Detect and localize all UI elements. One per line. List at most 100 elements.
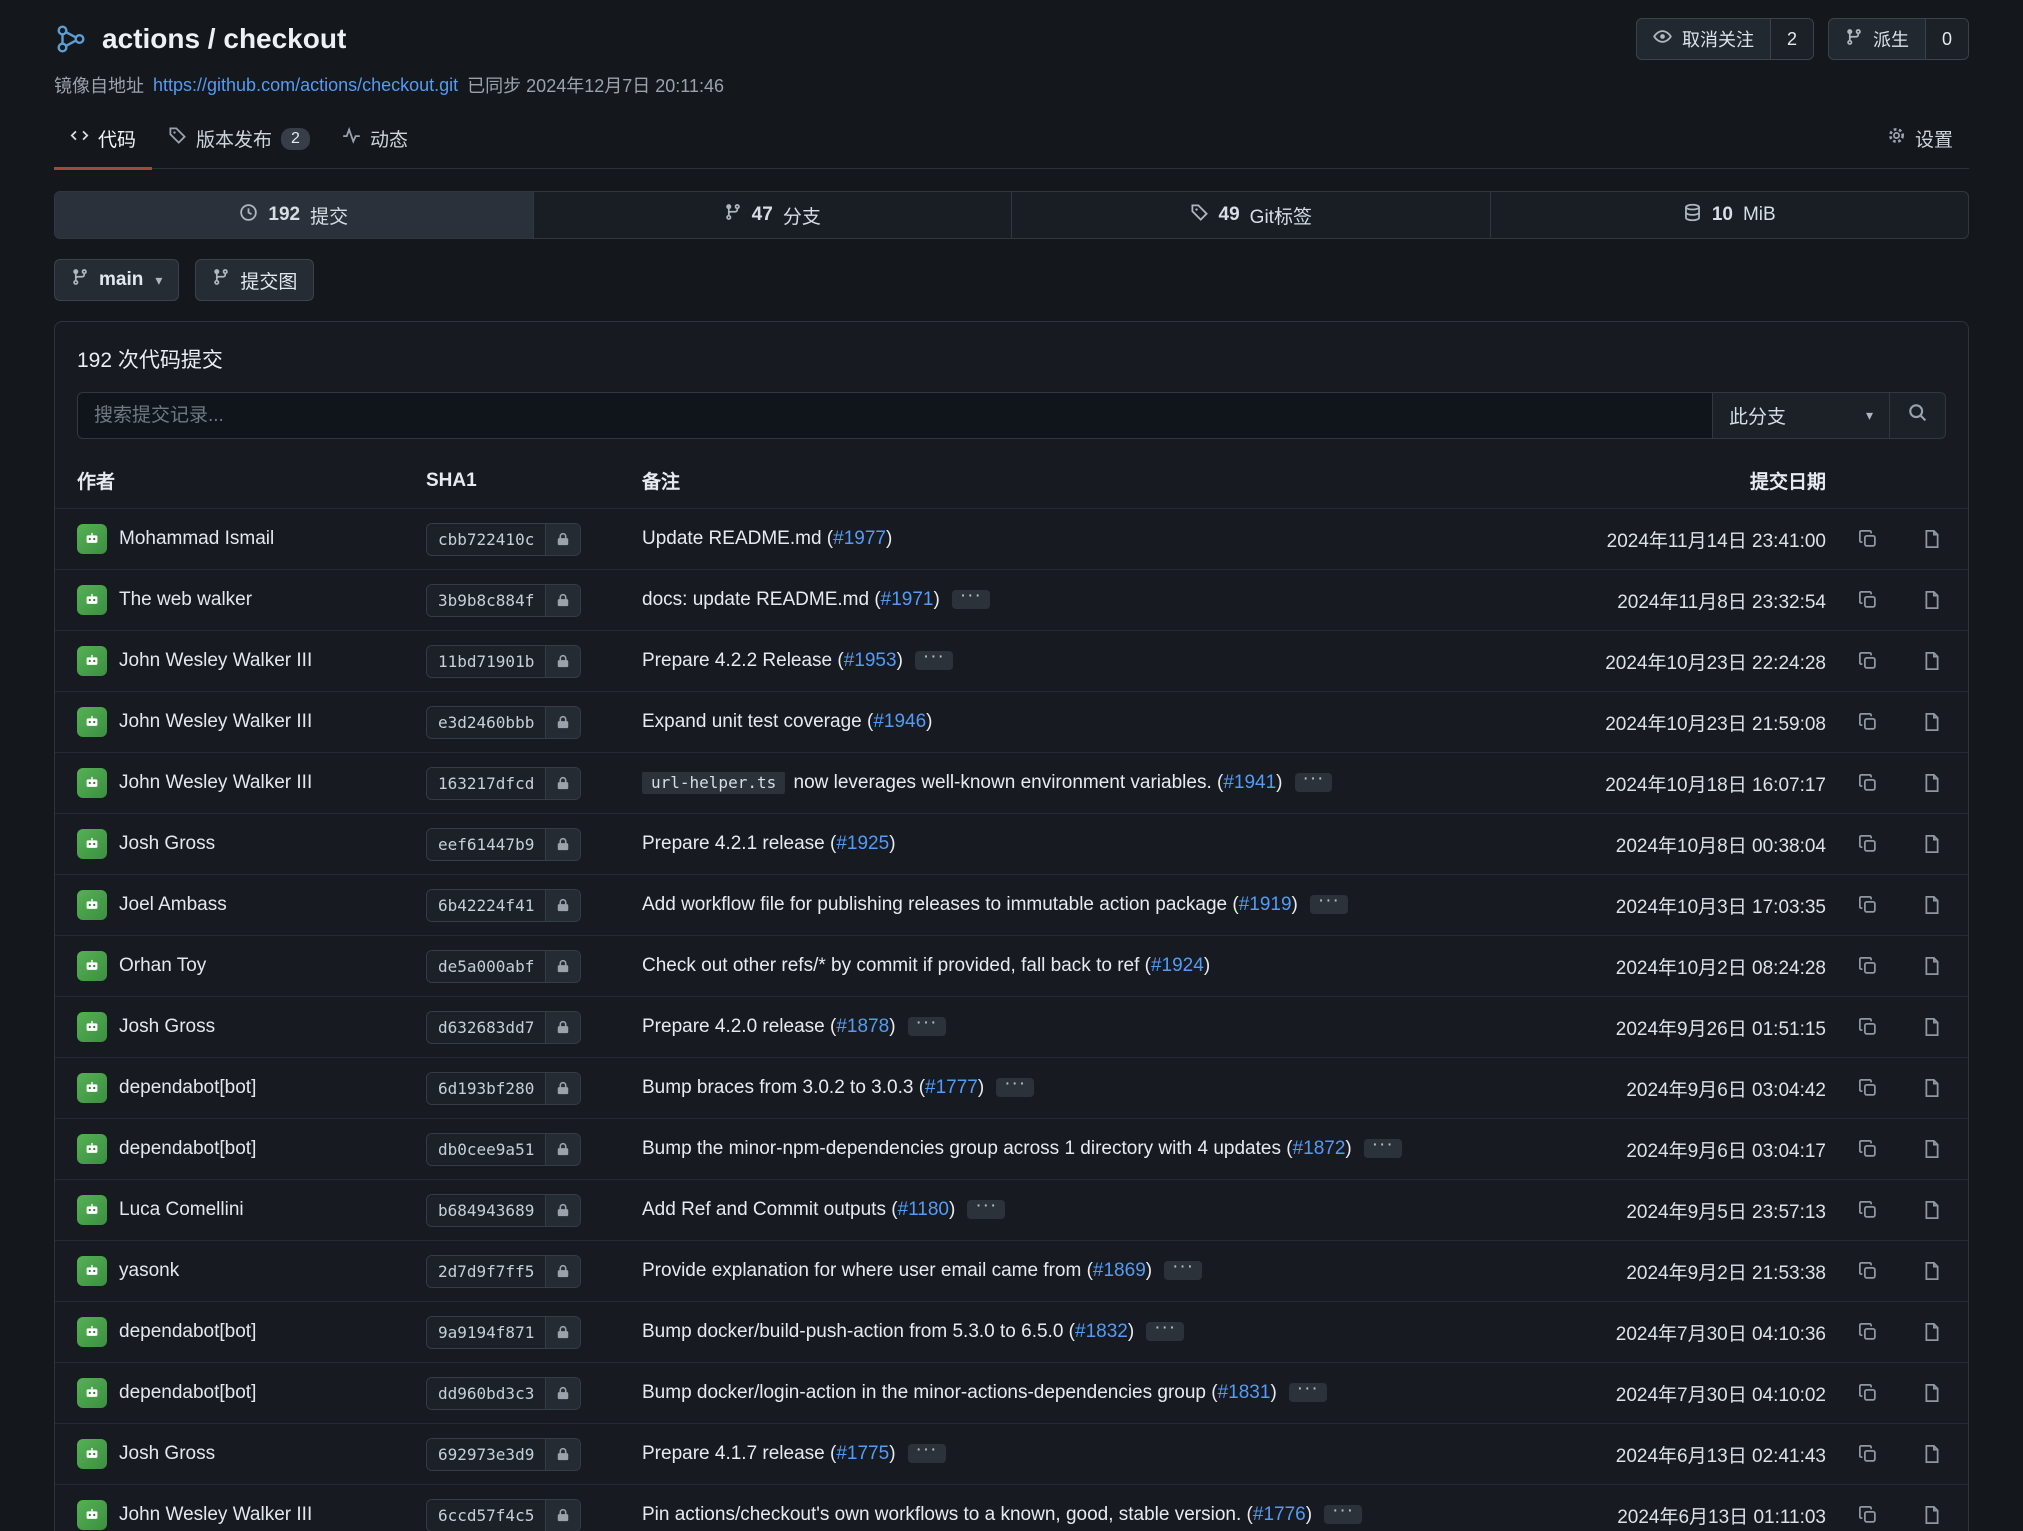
search-button[interactable]: [1890, 392, 1946, 439]
commit-sha-badge[interactable]: d632683dd7: [426, 1011, 581, 1044]
browse-source-icon[interactable]: [1922, 1505, 1942, 1525]
expand-commit-message-button[interactable]: ···: [908, 1017, 946, 1036]
tab-code[interactable]: 代码: [54, 112, 152, 170]
pr-link[interactable]: #1832: [1075, 1321, 1128, 1342]
commit-author[interactable]: Josh Gross: [77, 1439, 426, 1469]
copy-sha-icon[interactable]: [1858, 1505, 1878, 1525]
commit-author[interactable]: John Wesley Walker III: [77, 707, 426, 737]
stat-tags[interactable]: 49 Git标签: [1011, 192, 1490, 238]
pr-link[interactable]: #1925: [836, 833, 889, 854]
pr-link[interactable]: #1971: [881, 589, 934, 610]
commit-author[interactable]: The web walker: [77, 585, 426, 615]
pr-link[interactable]: #1776: [1253, 1504, 1306, 1525]
commit-sha-badge[interactable]: 3b9b8c884f: [426, 584, 581, 617]
expand-commit-message-button[interactable]: ···: [908, 1444, 946, 1463]
copy-sha-icon[interactable]: [1858, 956, 1878, 976]
browse-source-icon[interactable]: [1922, 529, 1942, 549]
copy-sha-icon[interactable]: [1858, 1200, 1878, 1220]
fork-count[interactable]: 0: [1925, 19, 1968, 59]
commit-author[interactable]: Orhan Toy: [77, 951, 426, 981]
expand-commit-message-button[interactable]: ···: [952, 590, 990, 609]
commit-sha-badge[interactable]: dd960bd3c3: [426, 1377, 581, 1410]
commit-author[interactable]: Luca Comellini: [77, 1195, 426, 1225]
expand-commit-message-button[interactable]: ···: [996, 1078, 1034, 1097]
commit-graph-button[interactable]: 提交图: [195, 259, 314, 301]
commit-sha-badge[interactable]: db0cee9a51: [426, 1133, 581, 1166]
commit-sha-badge[interactable]: 163217dfcd: [426, 767, 581, 800]
browse-source-icon[interactable]: [1922, 834, 1942, 854]
commit-sha-badge[interactable]: 6b42224f41: [426, 889, 581, 922]
commit-author[interactable]: Josh Gross: [77, 829, 426, 859]
browse-source-icon[interactable]: [1922, 1261, 1942, 1281]
branch-selector[interactable]: main ▾: [54, 259, 179, 301]
stat-size[interactable]: 10 MiB: [1490, 192, 1969, 238]
tab-activity[interactable]: 动态: [326, 112, 424, 170]
copy-sha-icon[interactable]: [1858, 1444, 1878, 1464]
commit-author[interactable]: yasonk: [77, 1256, 426, 1286]
pr-link[interactable]: #1953: [844, 650, 897, 671]
commit-sha-badge[interactable]: 6ccd57f4c5: [426, 1499, 581, 1531]
commit-author[interactable]: John Wesley Walker III: [77, 646, 426, 676]
pr-link[interactable]: #1946: [873, 711, 926, 732]
pr-link[interactable]: #1775: [836, 1443, 889, 1464]
commit-author[interactable]: dependabot[bot]: [77, 1073, 426, 1103]
copy-sha-icon[interactable]: [1858, 529, 1878, 549]
commit-sha-badge[interactable]: b684943689: [426, 1194, 581, 1227]
browse-source-icon[interactable]: [1922, 712, 1942, 732]
expand-commit-message-button[interactable]: ···: [1310, 895, 1348, 914]
browse-source-icon[interactable]: [1922, 956, 1942, 976]
commit-author[interactable]: dependabot[bot]: [77, 1134, 426, 1164]
pr-link[interactable]: #1977: [833, 528, 886, 549]
commit-sha-badge[interactable]: 9a9194f871: [426, 1316, 581, 1349]
expand-commit-message-button[interactable]: ···: [1324, 1505, 1362, 1524]
commit-author[interactable]: John Wesley Walker III: [77, 768, 426, 798]
pr-link[interactable]: #1872: [1293, 1138, 1346, 1159]
copy-sha-icon[interactable]: [1858, 895, 1878, 915]
pr-link[interactable]: #1831: [1218, 1382, 1271, 1403]
commit-sha-badge[interactable]: 692973e3d9: [426, 1438, 581, 1471]
tab-releases[interactable]: 版本发布 2: [152, 112, 326, 170]
browse-source-icon[interactable]: [1922, 1139, 1942, 1159]
browse-source-icon[interactable]: [1922, 895, 1942, 915]
commit-search-input[interactable]: [77, 392, 1712, 439]
watch-count[interactable]: 2: [1770, 19, 1813, 59]
mirror-url-link[interactable]: https://github.com/actions/checkout.git: [153, 75, 458, 96]
unwatch-button[interactable]: 取消关注: [1637, 19, 1770, 59]
commit-author[interactable]: Josh Gross: [77, 1012, 426, 1042]
commit-sha-badge[interactable]: 11bd71901b: [426, 645, 581, 678]
expand-commit-message-button[interactable]: ···: [1164, 1261, 1202, 1280]
copy-sha-icon[interactable]: [1858, 712, 1878, 732]
pr-link[interactable]: #1941: [1223, 772, 1276, 793]
commit-author[interactable]: John Wesley Walker III: [77, 1500, 426, 1530]
commit-sha-badge[interactable]: eef61447b9: [426, 828, 581, 861]
browse-source-icon[interactable]: [1922, 1322, 1942, 1342]
repo-title[interactable]: actions / checkout: [102, 23, 346, 55]
browse-source-icon[interactable]: [1922, 1383, 1942, 1403]
pr-link[interactable]: #1180: [898, 1199, 949, 1220]
copy-sha-icon[interactable]: [1858, 1322, 1878, 1342]
expand-commit-message-button[interactable]: ···: [1295, 773, 1333, 792]
browse-source-icon[interactable]: [1922, 590, 1942, 610]
commit-author[interactable]: Joel Ambass: [77, 890, 426, 920]
pr-link[interactable]: #1777: [925, 1077, 978, 1098]
browse-source-icon[interactable]: [1922, 1200, 1942, 1220]
stat-branches[interactable]: 47 分支: [533, 192, 1012, 238]
copy-sha-icon[interactable]: [1858, 834, 1878, 854]
browse-source-icon[interactable]: [1922, 651, 1942, 671]
commit-sha-badge[interactable]: 2d7d9f7ff5: [426, 1255, 581, 1288]
browse-source-icon[interactable]: [1922, 1444, 1942, 1464]
pr-link[interactable]: #1919: [1239, 894, 1292, 915]
commit-author[interactable]: Mohammad Ismail: [77, 524, 426, 554]
copy-sha-icon[interactable]: [1858, 1261, 1878, 1281]
commit-sha-badge[interactable]: e3d2460bbb: [426, 706, 581, 739]
tab-settings[interactable]: 设置: [1871, 112, 1969, 170]
stat-commits[interactable]: 192 提交: [55, 192, 533, 238]
copy-sha-icon[interactable]: [1858, 651, 1878, 671]
commit-sha-badge[interactable]: 6d193bf280: [426, 1072, 581, 1105]
pr-link[interactable]: #1924: [1151, 955, 1204, 976]
copy-sha-icon[interactable]: [1858, 1139, 1878, 1159]
expand-commit-message-button[interactable]: ···: [1289, 1383, 1327, 1402]
browse-source-icon[interactable]: [1922, 1078, 1942, 1098]
commit-author[interactable]: dependabot[bot]: [77, 1378, 426, 1408]
commit-author[interactable]: dependabot[bot]: [77, 1317, 426, 1347]
